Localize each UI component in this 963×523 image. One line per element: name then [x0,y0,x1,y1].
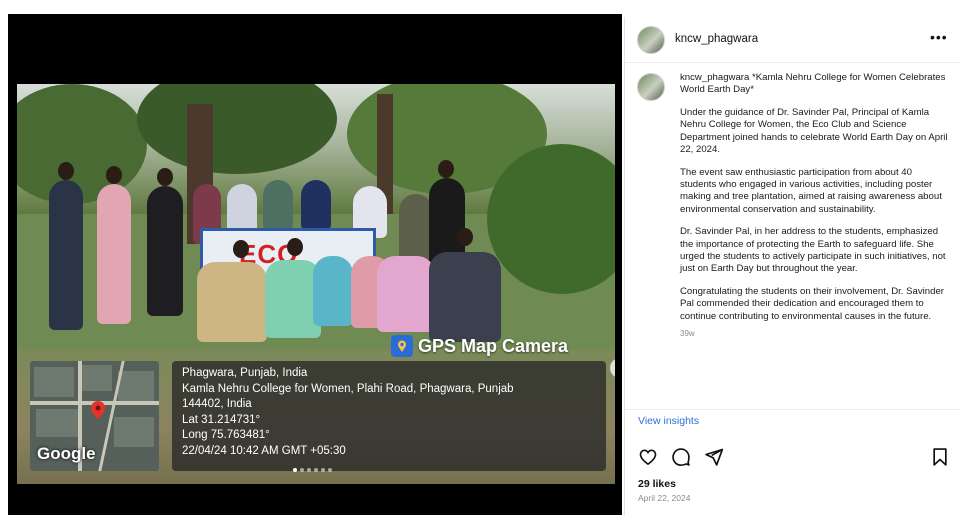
bookmark-icon[interactable] [930,447,950,467]
post-action-bar [625,447,961,467]
photo-person [313,256,353,326]
gps-map-camera-watermark: GPS Map Camera [391,332,605,360]
map-block [34,367,74,397]
comment-icon[interactable] [671,447,691,467]
caption-paragraph: The event saw enthusiastic participation… [680,166,942,215]
photo-person-head [233,240,249,258]
photo-person-head [287,238,303,256]
carousel-dot [300,468,304,472]
geotag-line: Phagwara, Punjab, India [182,367,308,379]
photo-person [399,194,433,264]
photo-person [301,180,331,230]
photo-person-head [457,228,473,246]
photo-person [197,262,267,342]
photo-person-head [58,162,74,180]
caption-paragraph: Under the guidance of Dr. Savinder Pal, … [680,107,948,155]
map-block [82,365,112,391]
map-block [114,417,154,447]
caption-time-ago: 39w [680,328,695,338]
like-count[interactable]: 29 likes [638,478,676,490]
photo-person [97,184,131,324]
geotag-line: 144402, India [182,398,252,410]
photo-person [429,252,501,342]
post-details-panel: kncw_phagwara ••• kncw_phagwara *Kamla N… [624,17,961,515]
gps-watermark-text: GPS Map Camera [418,335,569,356]
geotag-line: Long 75.763481° [182,429,270,441]
photo-person [263,180,293,230]
post-header: kncw_phagwara ••• [625,17,961,63]
photo-person-head [157,168,173,186]
instagram-post-window: ECO CLUB › GPS Map Camera Google [0,0,963,523]
geotag-line: Lat 31.214731° [182,413,261,426]
avatar[interactable] [637,26,665,54]
photo-person [377,256,435,332]
map-pin-icon [91,401,105,419]
map-block [36,409,80,437]
share-icon[interactable] [704,447,724,467]
heart-icon[interactable] [638,447,658,467]
caption-username[interactable]: kncw_phagwara [680,72,749,83]
caption-paragraph: Dr. Savinder Pal, in her address to the … [680,226,946,275]
map-block [118,371,154,405]
view-insights-link[interactable]: View insights [638,415,699,427]
carousel-dot [293,468,297,472]
carousel-dot [314,468,318,472]
google-logo: Google [37,444,96,463]
caption-paragraph: Congratulating the students on their inv… [680,286,944,322]
caption-scroll-area[interactable]: kncw_phagwara *Kamla Nehru College for W… [625,64,961,410]
avatar[interactable] [637,73,665,101]
location-map-thumbnail: Google [30,361,159,471]
photo-person-head [438,160,454,178]
geotag-info-box: Phagwara, Punjab, India Kamla Nehru Coll… [172,361,606,471]
photo-person [49,180,83,330]
carousel-dot [307,468,311,472]
carousel-dot [328,468,332,472]
photo-person [227,184,257,234]
post-caption: kncw_phagwara *Kamla Nehru College for W… [680,72,950,340]
map-pin-icon [391,335,413,357]
geotag-line: 22/04/24 10:42 AM GMT +05:30 [182,444,346,457]
geotag-line: Kamla Nehru College for Women, Plahi Roa… [182,382,514,395]
carousel-indicator [293,468,332,472]
post-author-username[interactable]: kncw_phagwara [675,33,758,45]
photo-person-head [106,166,122,184]
carousel-dot [321,468,325,472]
more-options-icon[interactable]: ••• [930,29,948,45]
post-date: April 22, 2024 [638,493,691,503]
photo-person [147,186,183,316]
